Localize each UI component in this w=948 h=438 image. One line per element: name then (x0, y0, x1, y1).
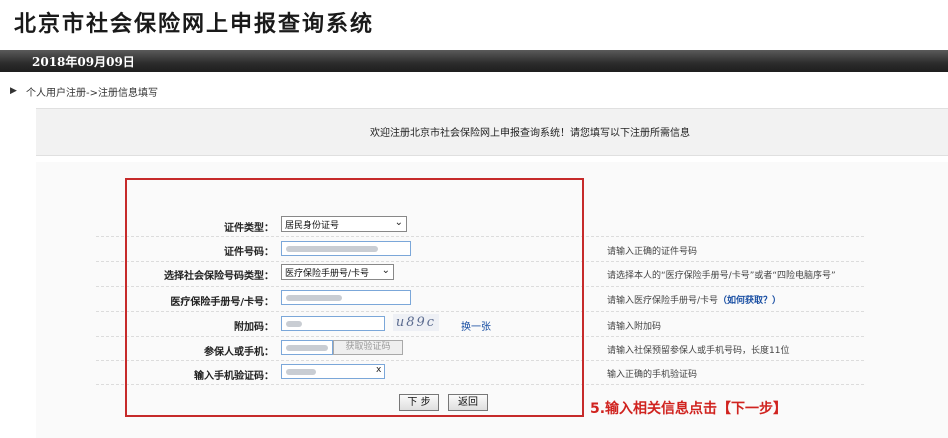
welcome-message: 欢迎注册北京市社会保险网上申报查询系统！请您填写以下注册所需信息 (370, 128, 690, 139)
insurance-number-hint: 请输入医疗保险手册号/卡号（如何获取？） (607, 293, 781, 306)
captcha-hint: 请输入附加码 (607, 322, 662, 332)
phone-hint: 请输入社保预留参保人或手机号码，长度11位 (607, 346, 790, 356)
current-date: 2018年09月09日 (32, 55, 135, 69)
insurance-type-hint: 请选择本人的“医疗保险手册号/卡号”或者“四险电脑序号” (607, 271, 836, 281)
insurance-number-hint-text: 请输入医疗保险手册号/卡号 (607, 296, 719, 306)
id-number-hint: 请输入正确的证件号码 (607, 247, 698, 257)
highlight-box (125, 178, 584, 417)
breadcrumb: 个人用户注册->注册信息填写 (26, 88, 158, 99)
sms-code-hint: 输入正确的手机验证码 (607, 370, 698, 380)
breadcrumb-arrow-icon: ▶ (10, 86, 17, 96)
how-to-get-link[interactable]: （如何获取？） (718, 296, 781, 306)
annotation-caption: 5.输入相关信息点击【下一步】 (590, 401, 788, 417)
date-bar (0, 50, 948, 72)
system-title: 北京市社会保险网上申报查询系统 (14, 12, 375, 37)
